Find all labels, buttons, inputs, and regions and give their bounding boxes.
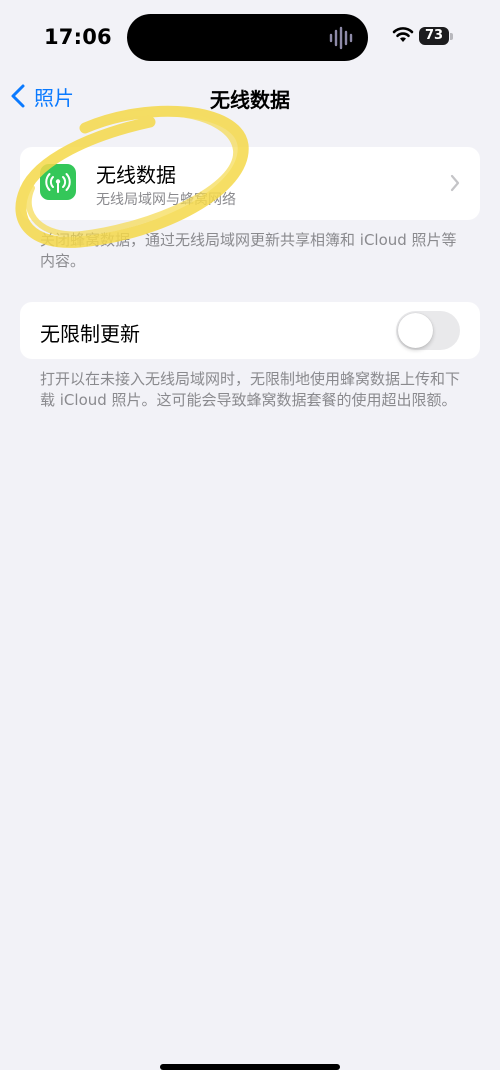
antenna-icon [40, 164, 76, 200]
unlimited-updates-toggle[interactable] [396, 311, 460, 350]
status-time: 17:06 [44, 25, 112, 49]
battery-cap [450, 33, 453, 40]
audio-waveform-icon [329, 26, 353, 50]
unlimited-updates-footnote: 打开以在未接入无线局域网时，无限制地使用蜂窝数据上传和下载 iCloud 照片。… [40, 370, 461, 409]
unlimited-updates-row: 无限制更新 [20, 302, 480, 359]
wireless-data-row[interactable]: 无线数据 无线局域网与蜂窝网络 [20, 147, 480, 220]
unlimited-updates-title: 无限制更新 [40, 322, 140, 346]
page-title: 无线数据 [210, 88, 290, 112]
status-bar: 17:06 73 [0, 0, 500, 70]
home-indicator [160, 1064, 340, 1070]
wifi-icon [392, 27, 414, 42]
chevron-right-icon [450, 174, 460, 192]
wireless-data-subtitle: 无线局域网与蜂窝网络 [96, 192, 236, 208]
wireless-data-footnote: 关闭蜂窝数据，通过无线局域网更新共享相簿和 iCloud 照片等内容。 [40, 231, 457, 270]
wireless-data-title: 无线数据 [96, 163, 176, 187]
dynamic-island [127, 14, 368, 61]
battery-icon: 73 [419, 27, 449, 45]
navigation-bar: 照片 无线数据 [0, 72, 500, 120]
toggle-knob [398, 313, 433, 348]
